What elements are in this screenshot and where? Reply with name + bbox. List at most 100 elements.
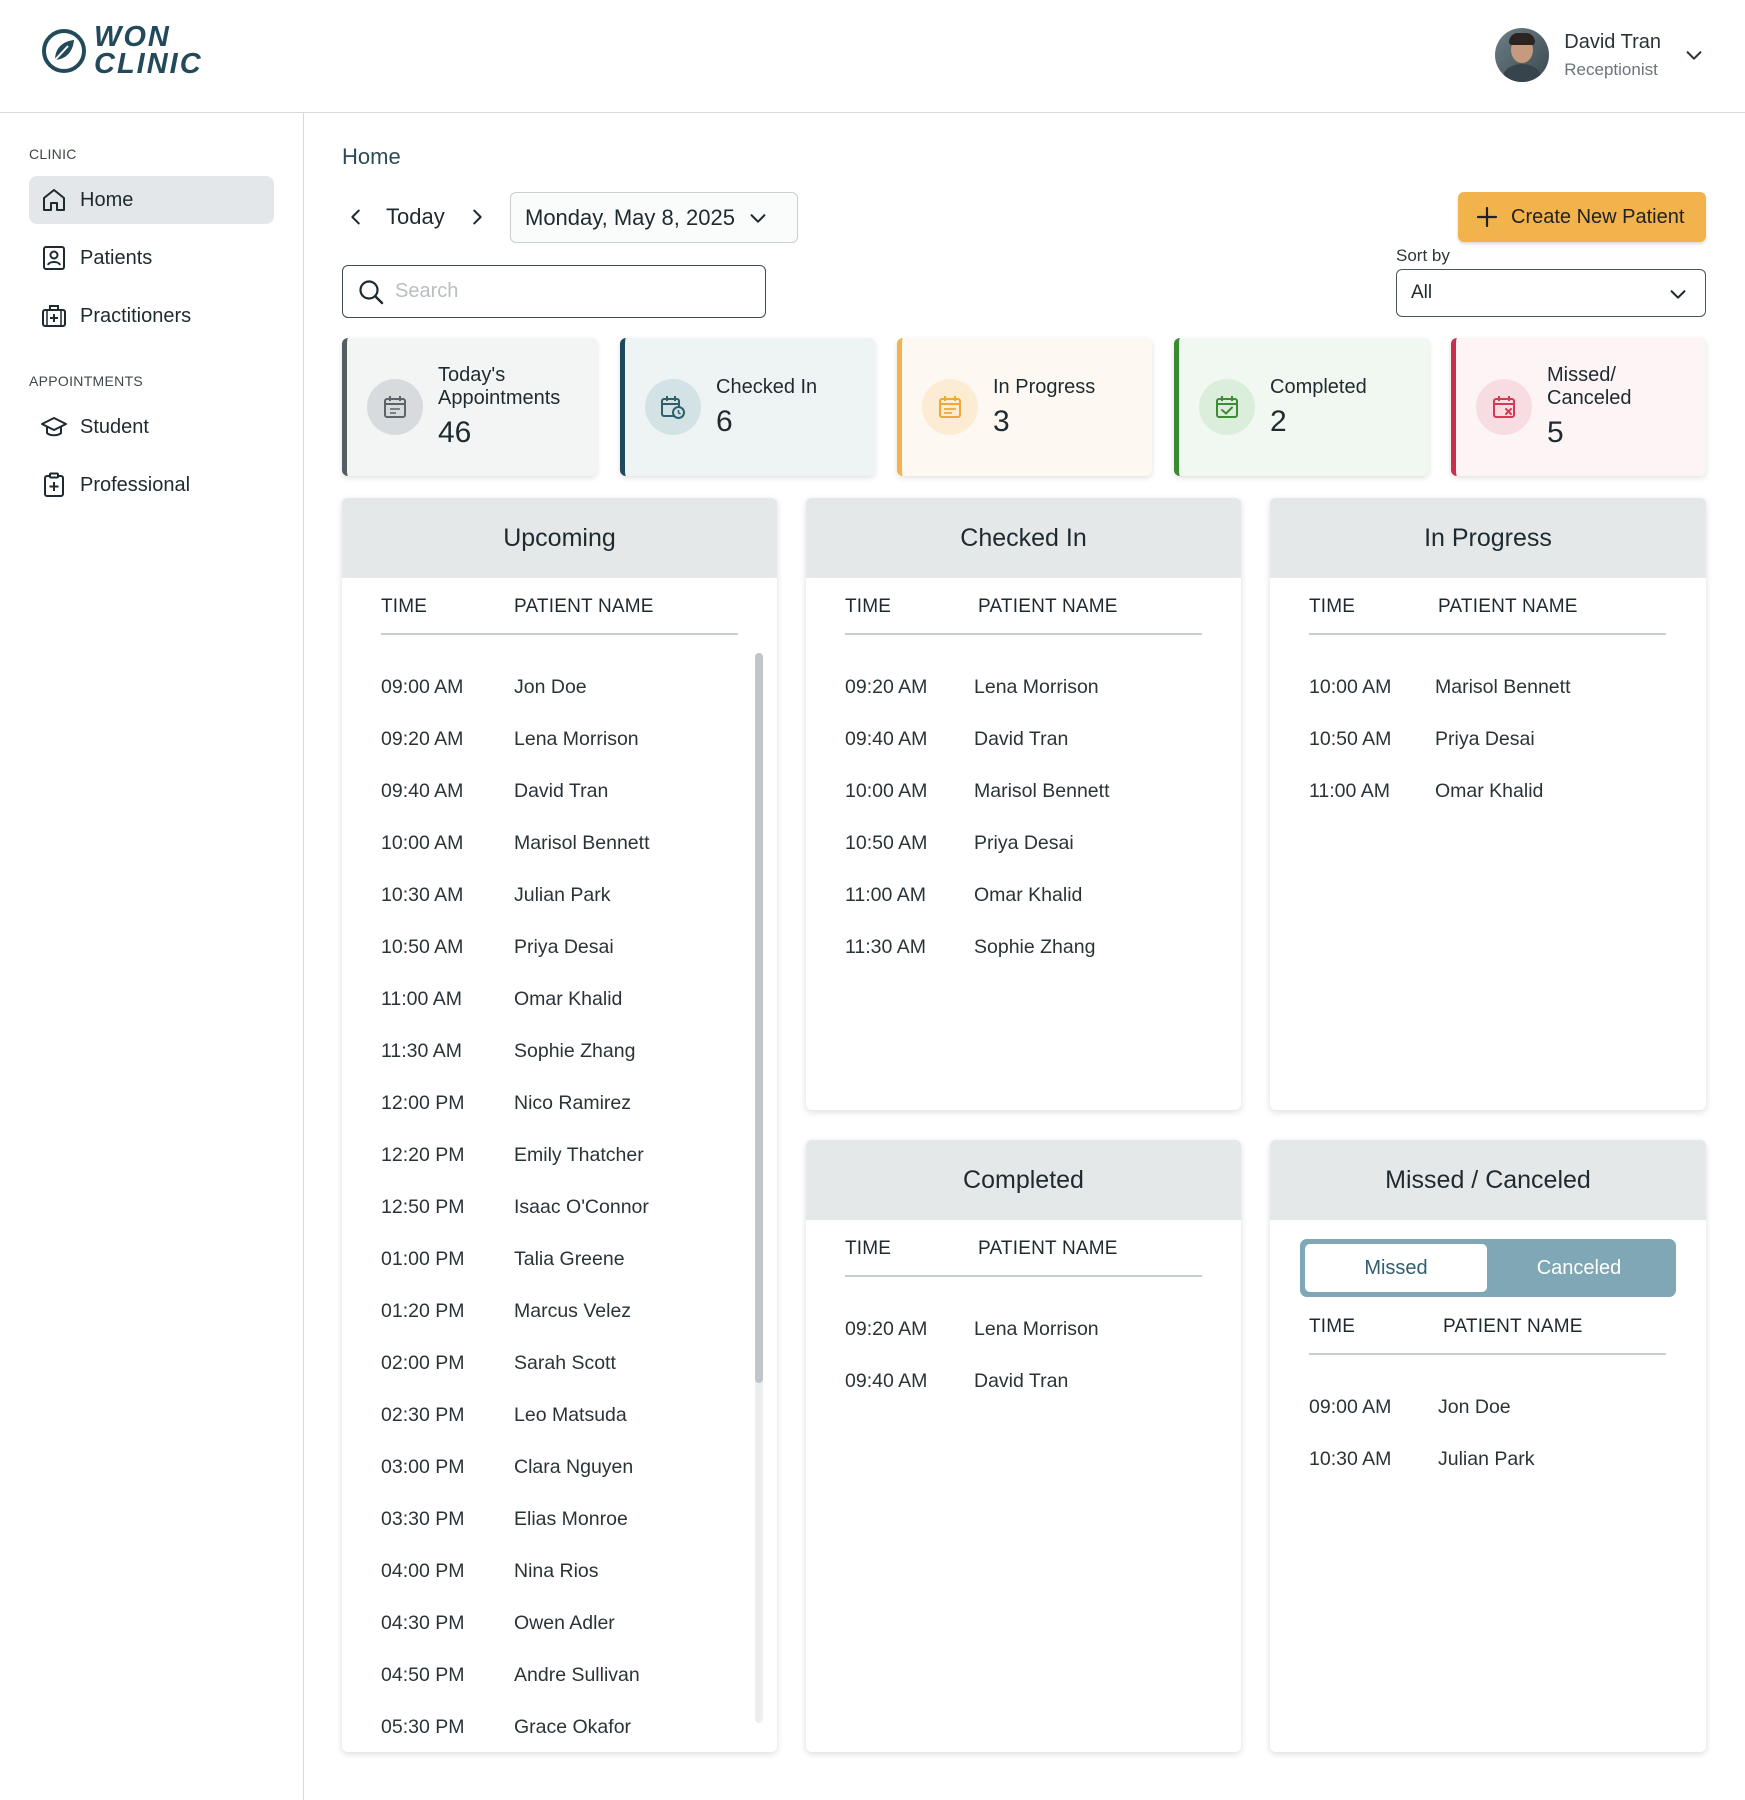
column-header-time[interactable]: TIME: [1309, 596, 1355, 618]
column-header-patient-name[interactable]: PATIENT NAME: [514, 596, 654, 618]
table-row[interactable]: 10:00 AM Marisol Bennett: [381, 832, 741, 856]
patient-name: Marisol Bennett: [974, 780, 1110, 802]
table-row[interactable]: 10:00 AM Marisol Bennett: [1309, 676, 1669, 700]
column-header-time[interactable]: TIME: [845, 596, 891, 618]
column-header-patient-name[interactable]: PATIENT NAME: [1438, 596, 1578, 618]
sidebar-item-practitioners[interactable]: Practitioners: [29, 292, 274, 340]
table-row[interactable]: 03:30 PM Elias Monroe: [381, 1508, 741, 1532]
table-row[interactable]: 09:20 AM Lena Morrison: [845, 1318, 1205, 1342]
table-row[interactable]: 10:30 AM Julian Park: [1309, 1448, 1669, 1472]
panel-title: Checked In: [806, 498, 1241, 578]
table-row[interactable]: 09:40 AM David Tran: [381, 780, 741, 804]
stat-card-checked-in[interactable]: Checked In 6: [620, 338, 875, 476]
stat-icon-wrap: [1199, 379, 1255, 435]
next-day-button[interactable]: [463, 203, 491, 231]
table-row[interactable]: 11:30 AM Sophie Zhang: [845, 936, 1205, 960]
calendar-progress-icon: [939, 396, 961, 418]
stat-icon-wrap: [645, 379, 701, 435]
breadcrumb[interactable]: Home: [342, 144, 401, 170]
table-row[interactable]: 04:00 PM Nina Rios: [381, 1560, 741, 1584]
appointment-time: 10:50 AM: [1309, 728, 1392, 750]
column-header-time[interactable]: TIME: [845, 1238, 891, 1260]
stat-value: 2: [1270, 404, 1287, 438]
panel-title: In Progress: [1270, 498, 1706, 578]
table-row[interactable]: 11:00 AM Omar Khalid: [1309, 780, 1669, 804]
stat-label: Completed: [1270, 375, 1367, 398]
table-row[interactable]: 02:30 PM Leo Matsuda: [381, 1404, 741, 1428]
table-row[interactable]: 05:30 PM Grace Okafor: [381, 1716, 741, 1740]
patient-name: Priya Desai: [974, 832, 1074, 854]
create-new-patient-button[interactable]: Create New Patient: [1458, 192, 1706, 242]
appointment-time: 09:40 AM: [381, 780, 464, 802]
table-row[interactable]: 02:00 PM Sarah Scott: [381, 1352, 741, 1376]
stat-card-missed-canceled[interactable]: Missed/ Canceled 5: [1451, 338, 1706, 476]
table-row[interactable]: 11:30 AM Sophie Zhang: [381, 1040, 741, 1064]
table-row[interactable]: 09:20 AM Lena Morrison: [381, 728, 741, 752]
table-row[interactable]: 12:50 PM Isaac O'Connor: [381, 1196, 741, 1220]
table-row[interactable]: 10:50 AM Priya Desai: [1309, 728, 1669, 752]
patient-name: Omar Khalid: [974, 884, 1083, 906]
table-row[interactable]: 11:00 AM Omar Khalid: [845, 884, 1205, 908]
avatar[interactable]: [1495, 28, 1550, 82]
clinic-logo[interactable]: WON CLINIC: [40, 23, 203, 80]
stat-card-todays-appointments[interactable]: Today's Appointments 46: [342, 338, 597, 476]
table-row[interactable]: 10:30 AM Julian Park: [381, 884, 741, 908]
patient-name: Andre Sullivan: [514, 1664, 640, 1686]
header-divider: [1309, 633, 1666, 635]
appointment-time: 10:30 AM: [381, 884, 464, 906]
table-row[interactable]: 04:50 PM Andre Sullivan: [381, 1664, 741, 1688]
table-row[interactable]: 09:00 AM Jon Doe: [381, 676, 741, 700]
home-icon: [43, 189, 65, 211]
stat-card-completed[interactable]: Completed 2: [1174, 338, 1429, 476]
sidebar-item-student[interactable]: Student: [29, 403, 274, 451]
table-row[interactable]: 12:00 PM Nico Ramirez: [381, 1092, 741, 1116]
header-divider: [845, 1275, 1202, 1277]
column-header-patient-name[interactable]: PATIENT NAME: [1443, 1316, 1583, 1338]
canceled-tab[interactable]: Canceled: [1487, 1244, 1671, 1292]
column-header-patient-name[interactable]: PATIENT NAME: [978, 596, 1118, 618]
table-row[interactable]: 09:00 AM Jon Doe: [1309, 1396, 1669, 1420]
column-header-patient-name[interactable]: PATIENT NAME: [978, 1238, 1118, 1260]
sidebar-item-label: Home: [80, 188, 134, 211]
panel-title: Upcoming: [342, 498, 777, 578]
search-box[interactable]: [342, 265, 766, 318]
patient-name: Grace Okafor: [514, 1716, 632, 1738]
table-row[interactable]: 01:00 PM Talia Greene: [381, 1248, 741, 1272]
table-row[interactable]: 10:00 AM Marisol Bennett: [845, 780, 1205, 804]
table-row[interactable]: 03:00 PM Clara Nguyen: [381, 1456, 741, 1480]
sidebar-item-home[interactable]: Home: [29, 176, 274, 224]
sort-select[interactable]: All: [1396, 269, 1706, 317]
date-picker[interactable]: Monday, May 8, 2025: [510, 192, 798, 243]
column-header-time[interactable]: TIME: [381, 596, 427, 618]
table-row[interactable]: 10:50 AM Priya Desai: [381, 936, 741, 960]
previous-day-button[interactable]: [342, 203, 370, 231]
table-row[interactable]: 12:20 PM Emily Thatcher: [381, 1144, 741, 1168]
table-row[interactable]: 04:30 PM Owen Adler: [381, 1612, 741, 1636]
table-row[interactable]: 09:40 AM David Tran: [845, 1370, 1205, 1394]
table-row[interactable]: 11:00 AM Omar Khalid: [381, 988, 741, 1012]
appointment-time: 01:20 PM: [381, 1300, 465, 1322]
table-row[interactable]: 09:40 AM David Tran: [845, 728, 1205, 752]
logo-line-2: CLINIC: [94, 48, 203, 80]
chevron-down-icon: [1670, 290, 1686, 299]
appointment-time: 09:20 AM: [381, 728, 464, 750]
chevron-down-icon[interactable]: [1683, 44, 1705, 66]
stat-label: Appointments: [438, 387, 561, 409]
patient-name: Julian Park: [514, 884, 611, 906]
patient-name: Owen Adler: [514, 1612, 615, 1634]
missed-tab[interactable]: Missed: [1305, 1244, 1487, 1292]
scrollbar[interactable]: [755, 653, 763, 1723]
user-menu[interactable]: David Tran Receptionist: [1495, 28, 1705, 82]
sidebar-item-patients[interactable]: Patients: [29, 234, 274, 282]
stat-card-in-progress[interactable]: In Progress 3: [897, 338, 1152, 476]
sidebar-item-label: Patients: [80, 246, 153, 269]
today-button[interactable]: Today: [386, 204, 445, 230]
search-input[interactable]: [395, 280, 735, 303]
table-row[interactable]: 10:50 AM Priya Desai: [845, 832, 1205, 856]
table-row[interactable]: 01:20 PM Marcus Velez: [381, 1300, 741, 1324]
scroll-thumb[interactable]: [755, 653, 763, 1383]
table-row[interactable]: 09:20 AM Lena Morrison: [845, 676, 1205, 700]
sidebar-item-label: Practitioners: [80, 304, 192, 327]
column-header-time[interactable]: TIME: [1309, 1316, 1355, 1338]
sidebar-item-professional[interactable]: Professional: [29, 461, 274, 509]
